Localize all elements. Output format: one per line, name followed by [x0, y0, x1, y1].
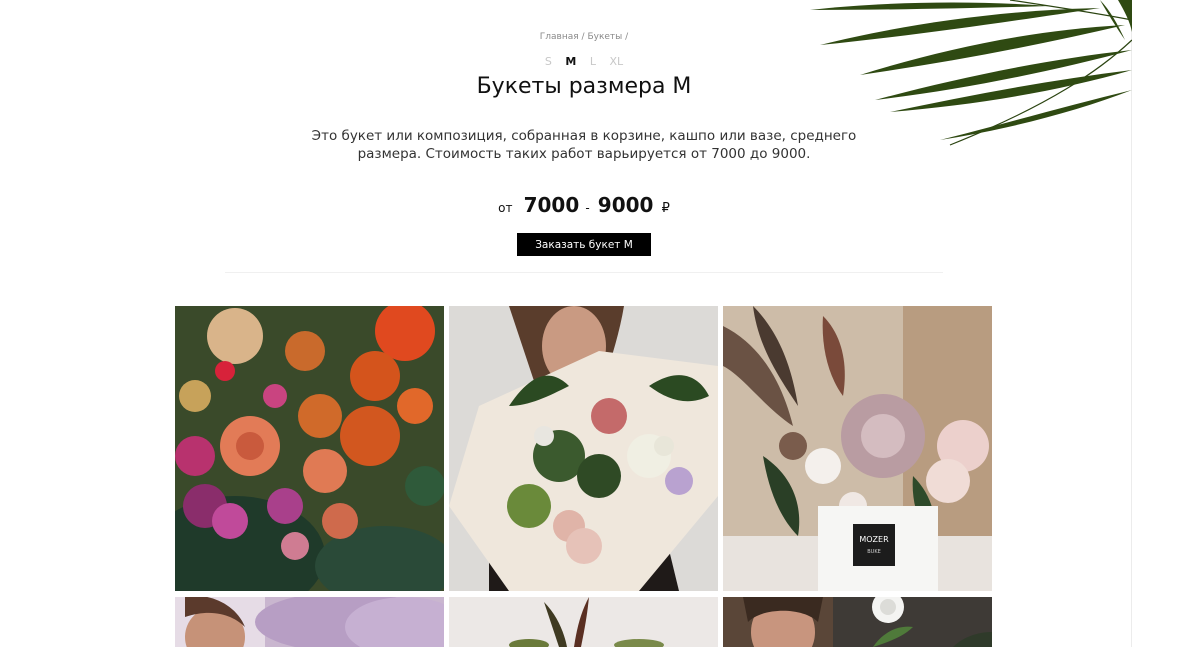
breadcrumb-bouquets-link[interactable]: Букеты	[587, 32, 622, 42]
gallery-photo-woman-lavender-grass[interactable]	[175, 597, 444, 647]
gallery-photo-protea-arrangement-box[interactable]: MOZER BUKE	[723, 306, 992, 591]
page: Главная / Букеты / S M L XL Букеты разме…	[0, 0, 1200, 647]
gallery-box-logo-line2: BUKE	[867, 549, 881, 555]
gallery-photo-woman-with-bouquet[interactable]	[449, 306, 718, 591]
price-range: от 7000 - 9000 ₽	[0, 193, 1168, 217]
currency-symbol: ₽	[661, 201, 670, 216]
price-prefix: от	[498, 201, 513, 215]
page-title: Букеты размера М	[476, 74, 692, 99]
size-option-s[interactable]: S	[545, 55, 552, 68]
breadcrumb-home-link[interactable]: Главная	[540, 32, 579, 42]
price-max: 9000	[597, 193, 654, 217]
gallery-photo-woman-dark-background[interactable]	[723, 597, 992, 647]
page-description: Это букет или композиция, собранная в ко…	[311, 128, 857, 162]
breadcrumb-separator: /	[581, 32, 585, 42]
section-divider	[225, 272, 943, 273]
gallery-photo-orange-roses-bouquet[interactable]	[175, 306, 444, 591]
size-option-l[interactable]: L	[590, 55, 596, 68]
breadcrumb-separator: /	[625, 32, 629, 42]
size-switcher: S M L XL	[0, 55, 1168, 68]
price-dash: -	[585, 201, 590, 215]
price-min: 7000	[523, 193, 580, 217]
size-option-xl[interactable]: XL	[609, 55, 623, 68]
gallery-photo-greenery-vase[interactable]	[449, 597, 718, 647]
order-bouquet-button[interactable]: Заказать букет М	[517, 233, 651, 256]
size-option-m[interactable]: M	[565, 55, 576, 68]
breadcrumb: Главная / Букеты /	[0, 32, 1168, 42]
gallery-box-logo-line1: MOZER	[859, 535, 889, 544]
